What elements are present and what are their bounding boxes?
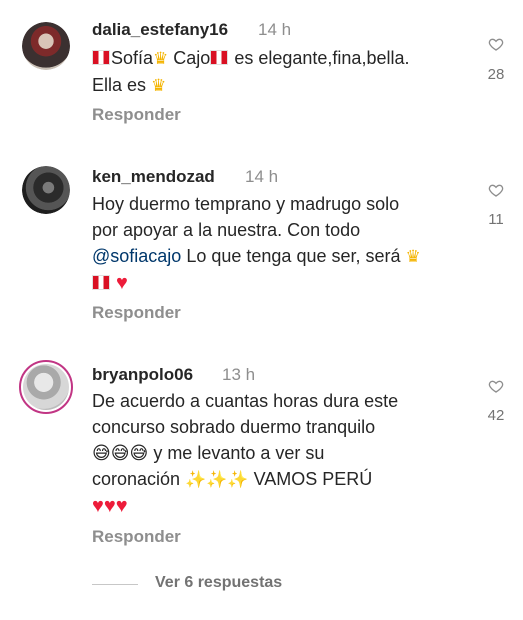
comment-text-line: coronación — [92, 469, 181, 489]
crown-emoji-icon: ♛ — [151, 76, 167, 95]
reply-button[interactable]: Responder — [92, 527, 181, 547]
comment-text: Hoy duermo temprano y madrugo solo por a… — [92, 191, 472, 296]
comment-text: Sofía♛ Cajo es elegante,fina,bella. Ella… — [92, 45, 472, 99]
comment-time: 13 h — [222, 365, 256, 384]
mention-link[interactable]: @sofiacajo — [92, 246, 181, 266]
comment-text-line: y me levanto a ver su — [153, 443, 325, 463]
heart-outline-icon — [488, 380, 504, 393]
avatar[interactable] — [19, 360, 73, 414]
like-count: 11 — [488, 211, 504, 228]
avatar[interactable] — [22, 22, 70, 70]
avatar[interactable] — [22, 166, 70, 214]
comment-text-fragment: es elegante,fina,bella. — [234, 48, 410, 68]
reply-button[interactable]: Responder — [92, 105, 181, 125]
comment-text-fragment: Sofía — [111, 48, 154, 68]
sweat-smile-emoji-icon: 😅😅😅 — [92, 443, 149, 463]
like-button[interactable] — [484, 182, 508, 198]
peru-flag-emoji-icon — [92, 275, 110, 290]
sparkles-emoji-icon: ✨✨✨ — [185, 470, 249, 489]
peru-flag-emoji-icon — [92, 50, 110, 65]
comment-text: De acuerdo a cuantas horas dura este con… — [92, 388, 472, 519]
like-count: 42 — [487, 407, 505, 424]
heart-emoji-icon: ♥♥♥ — [92, 495, 128, 517]
comment-time: 14 h — [245, 167, 279, 186]
heart-outline-icon — [488, 184, 504, 197]
replies-divider — [92, 584, 138, 585]
comment-username[interactable]: bryanpolo06 — [92, 365, 193, 385]
comment-username[interactable]: ken_mendozad — [92, 167, 215, 187]
comment-username[interactable]: dalia_estefany16 — [92, 20, 228, 40]
heart-outline-icon — [488, 38, 504, 51]
comment-text-fragment: Ella es — [92, 75, 147, 95]
comment-time: 14 h — [258, 20, 292, 39]
comment-text-line: VAMOS PERÚ — [253, 469, 373, 489]
like-button[interactable] — [484, 378, 508, 394]
reply-button[interactable]: Responder — [92, 303, 181, 323]
crown-emoji-icon: ♛ — [405, 247, 421, 266]
view-replies-button[interactable]: Ver 6 respuestas — [155, 574, 282, 592]
like-button[interactable] — [484, 36, 508, 52]
comment-text-line: por apoyar a la nuestra. Con todo — [92, 220, 361, 240]
peru-flag-emoji-icon — [210, 50, 229, 65]
comment-text-line: Lo que tenga que ser, será — [186, 246, 401, 266]
heart-emoji-icon: ♥ — [116, 272, 128, 294]
comment-text-line: concurso sobrado duermo tranquilo — [92, 417, 376, 437]
crown-emoji-icon: ♛ — [153, 49, 169, 68]
like-count: 28 — [487, 66, 505, 83]
comment-text-fragment: Cajo — [173, 48, 211, 68]
comment-text-line: De acuerdo a cuantas horas dura este — [92, 391, 399, 411]
comment-text-line: Hoy duermo temprano y madrugo solo — [92, 194, 400, 214]
